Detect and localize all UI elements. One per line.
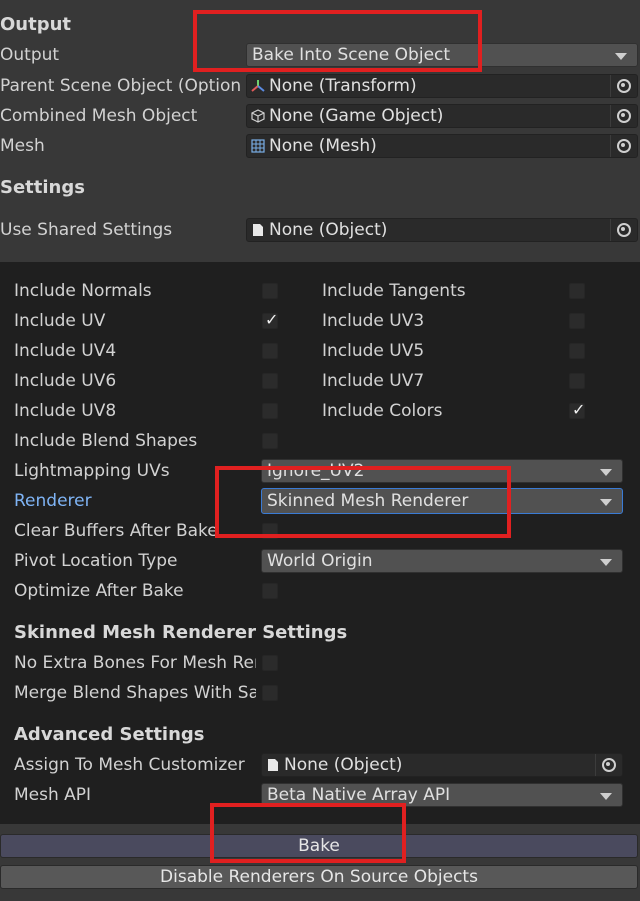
object-picker-icon[interactable] bbox=[610, 219, 637, 241]
include-uv6-label: Include UV6 bbox=[14, 371, 117, 391]
include-tangents-label: Include Tangents bbox=[322, 281, 466, 301]
include-colors-label: Include Colors bbox=[322, 401, 443, 421]
parent-scene-object-label: Parent Scene Object (Optional) bbox=[0, 76, 240, 96]
merge-blend-shapes-checkbox[interactable] bbox=[262, 685, 278, 701]
mesh-value: None (Mesh) bbox=[269, 136, 377, 156]
include-normals-checkbox[interactable] bbox=[262, 283, 278, 299]
include-colors-checkbox[interactable]: ✓ bbox=[569, 400, 586, 419]
object-picker-icon[interactable] bbox=[595, 754, 622, 776]
dropdown-caret-icon bbox=[600, 499, 612, 506]
mesh-icon bbox=[251, 139, 265, 153]
dropdown-caret-icon bbox=[600, 793, 612, 800]
include-uv4-label: Include UV4 bbox=[14, 341, 117, 361]
pivot-location-type-value: World Origin bbox=[267, 551, 373, 571]
assign-to-mesh-customizer-label: Assign To Mesh Customizer bbox=[14, 755, 245, 775]
use-shared-settings-value: None (Object) bbox=[269, 220, 388, 240]
include-uv7-checkbox[interactable] bbox=[569, 373, 585, 389]
include-uv-label: Include UV bbox=[14, 311, 106, 331]
parent-scene-object-field[interactable]: None (Transform) bbox=[246, 74, 638, 98]
include-blend-shapes-label: Include Blend Shapes bbox=[14, 431, 198, 451]
object-picker-icon[interactable] bbox=[610, 105, 637, 127]
highlight-box-bake bbox=[210, 803, 406, 863]
highlight-box-renderer bbox=[215, 466, 511, 538]
optimize-after-bake-label: Optimize After Bake bbox=[14, 581, 184, 601]
dropdown-caret-icon bbox=[600, 559, 612, 566]
advanced-settings-header: Advanced Settings bbox=[14, 724, 205, 745]
highlight-box-output bbox=[193, 10, 482, 72]
pivot-location-type-label: Pivot Location Type bbox=[14, 551, 178, 571]
include-blend-shapes-checkbox[interactable] bbox=[262, 433, 278, 449]
transform-icon bbox=[251, 80, 265, 92]
pivot-location-type-dropdown[interactable]: World Origin bbox=[261, 549, 623, 573]
gameobject-icon bbox=[251, 109, 265, 123]
dropdown-caret-icon bbox=[615, 53, 627, 60]
object-picker-icon[interactable] bbox=[610, 135, 637, 157]
include-uv3-label: Include UV3 bbox=[322, 311, 425, 331]
include-uv8-label: Include UV8 bbox=[14, 401, 117, 421]
mesh-label: Mesh bbox=[0, 136, 45, 156]
use-shared-settings-field[interactable]: None (Object) bbox=[246, 218, 638, 242]
settings-header: Settings bbox=[0, 177, 85, 198]
checkmark-icon: ✓ bbox=[572, 400, 586, 419]
include-uv5-checkbox[interactable] bbox=[569, 343, 585, 359]
skinned-mesh-renderer-settings-header: Skinned Mesh Renderer Settings bbox=[14, 622, 348, 643]
combined-mesh-object-value: None (Game Object) bbox=[269, 106, 444, 126]
include-uv3-checkbox[interactable] bbox=[569, 313, 585, 329]
include-uv7-label: Include UV7 bbox=[322, 371, 425, 391]
mesh-field[interactable]: None (Mesh) bbox=[246, 134, 638, 158]
output-header: Output bbox=[0, 14, 72, 35]
assign-to-mesh-customizer-value: None (Object) bbox=[284, 755, 403, 775]
optimize-after-bake-checkbox[interactable] bbox=[262, 583, 278, 599]
include-uv-checkbox[interactable]: ✓ bbox=[262, 310, 279, 329]
include-normals-label: Include Normals bbox=[14, 281, 152, 301]
no-extra-bones-checkbox[interactable] bbox=[262, 655, 278, 671]
merge-blend-shapes-label: Merge Blend Shapes With Same Names bbox=[14, 683, 256, 703]
include-uv5-label: Include UV5 bbox=[322, 341, 425, 361]
disable-renderers-button[interactable]: Disable Renderers On Source Objects bbox=[0, 865, 638, 889]
use-shared-settings-label: Use Shared Settings bbox=[0, 220, 173, 240]
include-uv8-checkbox[interactable] bbox=[262, 403, 278, 419]
clear-buffers-label: Clear Buffers After Bake bbox=[14, 521, 218, 541]
object-picker-icon[interactable] bbox=[610, 75, 637, 97]
combined-mesh-object-field[interactable]: None (Game Object) bbox=[246, 104, 638, 128]
checkmark-icon: ✓ bbox=[265, 310, 279, 329]
include-uv4-checkbox[interactable] bbox=[262, 343, 278, 359]
no-extra-bones-label: No Extra Bones For Mesh Renderers bbox=[14, 653, 256, 673]
document-icon bbox=[268, 759, 278, 771]
document-icon bbox=[253, 224, 263, 236]
parent-scene-object-value: None (Transform) bbox=[269, 76, 417, 96]
include-uv6-checkbox[interactable] bbox=[262, 373, 278, 389]
combined-mesh-object-label: Combined Mesh Object bbox=[0, 106, 198, 126]
assign-to-mesh-customizer-field[interactable]: None (Object) bbox=[261, 753, 623, 777]
include-tangents-checkbox[interactable] bbox=[569, 283, 585, 299]
dropdown-caret-icon bbox=[600, 469, 612, 476]
